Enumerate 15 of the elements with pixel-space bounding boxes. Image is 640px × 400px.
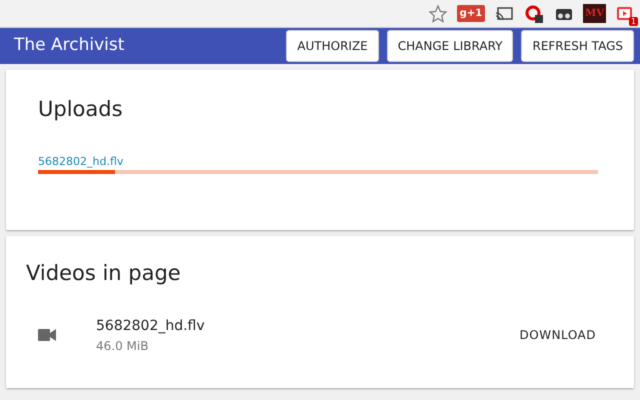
file-size: 46.0 MiB	[96, 338, 150, 354]
badge-count: 1	[628, 16, 638, 26]
header-button[interactable]: CHANGE LIBRARY	[386, 30, 514, 62]
download-button[interactable]: DOWNLOAD	[514, 325, 602, 345]
star-icon[interactable]	[426, 4, 449, 24]
header-button[interactable]: AUTHORIZE	[286, 30, 379, 62]
header-button[interactable]: REFRESH TAGS	[521, 30, 634, 62]
section-title: Videos in page	[25, 260, 182, 287]
app-title: The Archivist	[14, 34, 124, 58]
section-title: Uploads	[38, 96, 124, 123]
file-link[interactable]: 5682802_hd.flv	[38, 154, 598, 170]
video-name: 5682802_hd.flv	[96, 316, 205, 336]
ring-icon[interactable]	[523, 4, 546, 24]
extension-label[interactable]: g+1	[456, 5, 486, 22]
video-camera-icon	[38, 329, 56, 341]
